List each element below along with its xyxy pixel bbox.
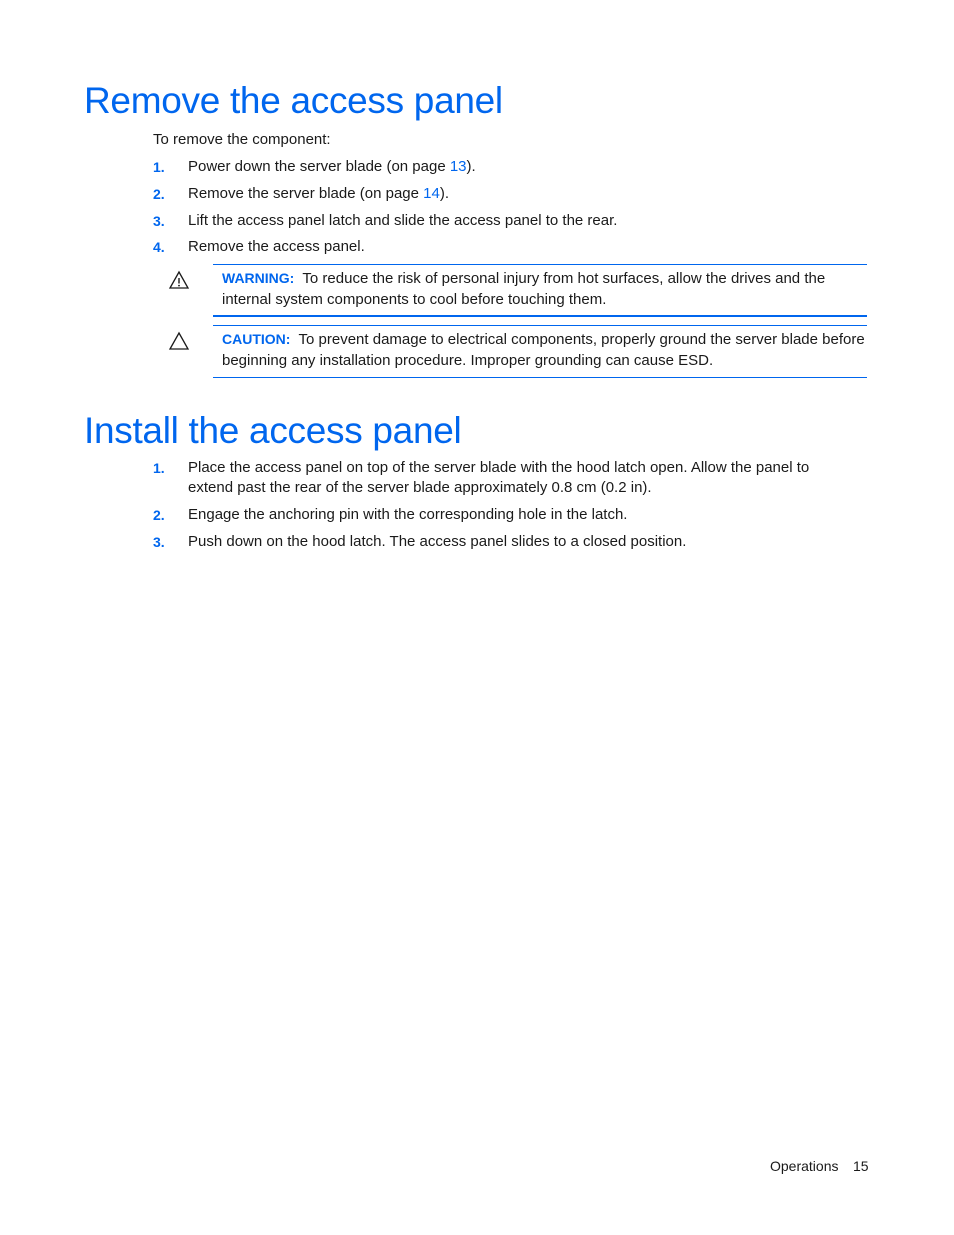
step-text: Engage the anchoring pin with the corres… — [188, 506, 628, 523]
warning-box: WARNING: To reduce the risk of personal … — [213, 264, 867, 317]
step-number: 2. — [153, 186, 165, 202]
step-number: 3. — [153, 534, 165, 550]
caution-text: To prevent damage to electrical componen… — [222, 331, 865, 369]
heading-remove-access-panel: Remove the access panel — [84, 80, 503, 121]
caution-triangle-icon — [168, 331, 190, 350]
footer-page-number: 15 — [853, 1158, 869, 1174]
step-text-suffix: ). — [439, 185, 449, 202]
footer-section-name: Operations — [770, 1158, 839, 1174]
warning-bottom-rule — [213, 315, 867, 317]
step-text: Power down the server blade (on page — [188, 158, 450, 175]
step-text-suffix: ). — [466, 158, 476, 175]
intro-text: To remove the component: — [153, 131, 331, 148]
heading-install-access-panel: Install the access panel — [84, 410, 462, 451]
step-number: 1. — [153, 159, 165, 175]
caution-box: CAUTION: To prevent damage to electrical… — [213, 325, 867, 378]
step-number: 3. — [153, 213, 165, 229]
warning-text: To reduce the risk of personal injury fr… — [222, 270, 826, 308]
caution-label: CAUTION: — [222, 331, 291, 347]
page-link-13[interactable]: 13 — [450, 158, 467, 175]
warning-label: WARNING: — [222, 270, 295, 286]
caution-bottom-rule — [213, 377, 867, 378]
step-text: Lift the access panel latch and slide th… — [188, 212, 618, 229]
step-number: 2. — [153, 507, 165, 523]
warning-exclamation-triangle-icon — [168, 270, 190, 289]
step-text: Remove the access panel. — [188, 238, 365, 255]
step-number: 1. — [153, 460, 165, 476]
page-link-14[interactable]: 14 — [423, 185, 440, 202]
step-text: Place the access panel on top of the ser… — [188, 459, 810, 496]
step-number: 4. — [153, 239, 165, 255]
step-text: Push down on the hood latch. The access … — [188, 533, 687, 550]
step-text: Remove the server blade (on page — [188, 185, 424, 202]
